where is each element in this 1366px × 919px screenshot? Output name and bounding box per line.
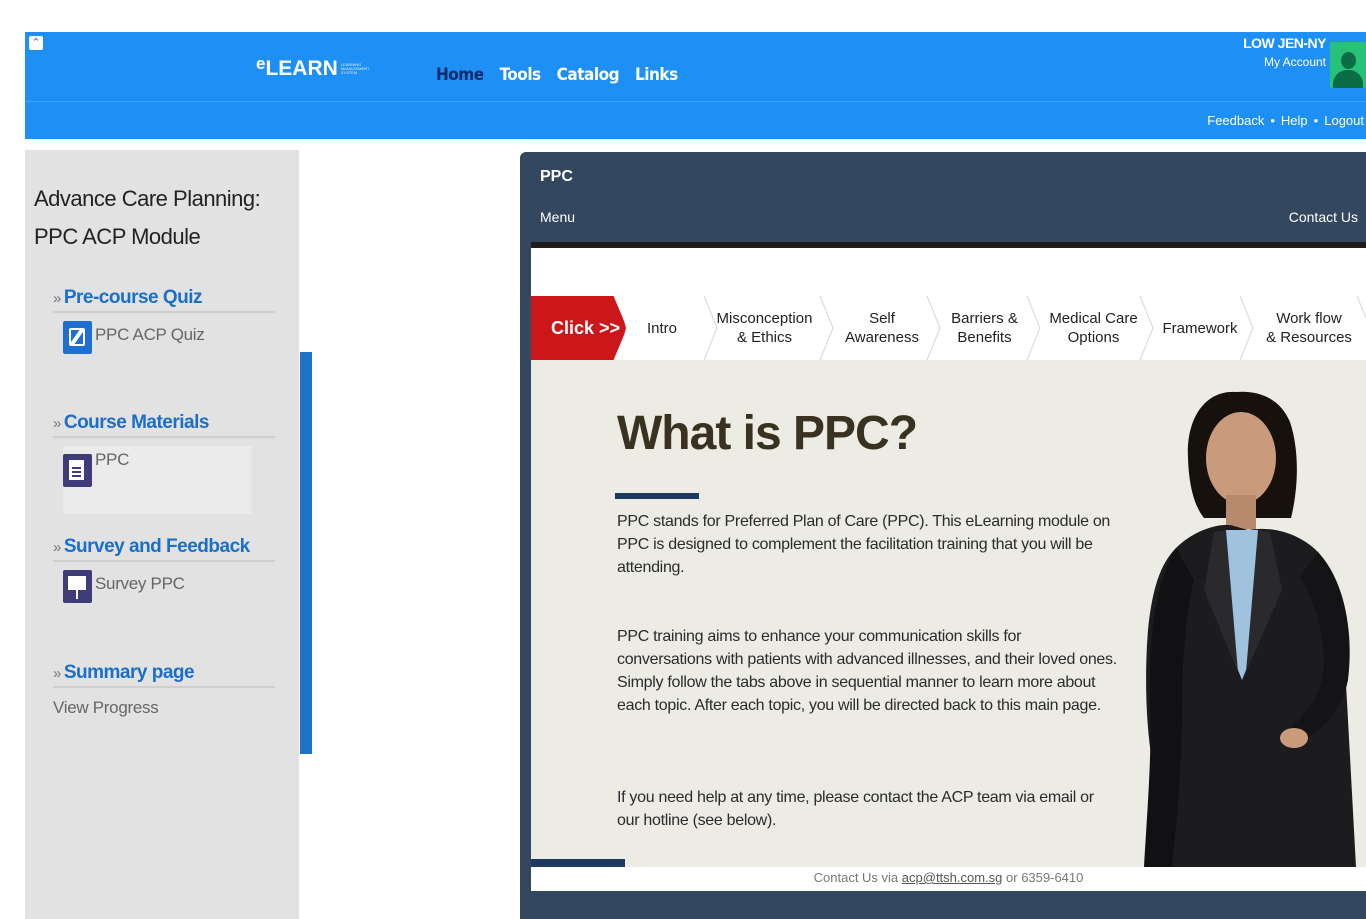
double-chevron-up-icon[interactable]: ⌃ [29, 36, 43, 50]
player-title: PPC [540, 168, 573, 185]
list-item-survey-ppc[interactable]: Survey PPC [63, 570, 275, 603]
view-progress-link[interactable]: View Progress [53, 698, 275, 718]
avatar[interactable] [1330, 42, 1366, 88]
feedback-link[interactable]: Feedback [1207, 113, 1264, 128]
footer-accent-bar [531, 859, 625, 867]
section-header[interactable]: » Summary page [53, 662, 275, 688]
section-survey-feedback: » Survey and Feedback Survey PPC [53, 536, 275, 603]
main-nav: Home Tools Catalog Links [436, 65, 678, 85]
course-sidebar: Advance Care Planning: PPC ACP Module » P… [25, 150, 299, 919]
player-menu-button[interactable]: Menu [540, 209, 575, 225]
avatar-body-icon [1333, 70, 1363, 88]
my-account-link[interactable]: My Account [1243, 55, 1326, 69]
slide-stage: Click >> Intro Misconception & Ethics Sel… [531, 242, 1366, 891]
nav-home[interactable]: Home [436, 65, 484, 85]
survey-board-icon [63, 570, 92, 603]
nav-catalog[interactable]: Catalog [557, 65, 620, 85]
separator-dot: • [1270, 113, 1275, 128]
course-title: Advance Care Planning: PPC ACP Module [34, 186, 261, 249]
user-name[interactable]: LOW JEN-NY [1243, 35, 1326, 51]
section-header[interactable]: » Course Materials [53, 412, 275, 438]
secondary-bar: Feedback • Help • Logout [25, 101, 1366, 139]
heading-underline [615, 493, 699, 499]
section-course-materials: » Course Materials PPC [53, 412, 275, 514]
help-link[interactable]: Help [1281, 113, 1308, 128]
tab-chevron-outlines [703, 296, 1366, 360]
section-summary-page: » Summary page View Progress [53, 662, 275, 718]
contact-footer: Contact Us via acp@ttsh.com.sg or 6359-6… [531, 867, 1366, 891]
sidebar-toggle-strip[interactable] [300, 352, 312, 754]
top-nav-bar: ⌃ eLEARN LEARNING MANAGEMENT SYSTEM Home … [25, 32, 1366, 101]
section-header[interactable]: » Pre-course Quiz [53, 287, 275, 313]
slide-heading: What is PPC? [617, 407, 918, 460]
course-player: PPC Menu Contact Us Click >> Intro Misco… [520, 152, 1366, 919]
slide-content: What is PPC? PPC stands for Preferred Pl… [531, 360, 1366, 867]
presenter-photo [1144, 391, 1356, 867]
nav-links[interactable]: Links [635, 65, 678, 85]
quiz-edit-icon [63, 321, 92, 354]
user-menu: LOW JEN-NY My Account [1243, 35, 1326, 69]
list-item-ppc-acp-quiz[interactable]: PPC ACP Quiz [63, 321, 275, 354]
avatar-head-icon [1341, 52, 1356, 69]
training-paragraph: PPC training aims to enhance your commun… [617, 628, 1117, 714]
separator-dot: • [1313, 113, 1319, 128]
list-item-ppc[interactable]: PPC [63, 446, 251, 514]
topic-tabs: Click >> Intro Misconception & Ethics Sel… [531, 296, 1366, 360]
player-contact-button[interactable]: Contact Us [1289, 209, 1358, 225]
section-header[interactable]: » Survey and Feedback [53, 536, 275, 562]
elearn-logo[interactable]: eLEARN LEARNING MANAGEMENT SYSTEM [256, 54, 371, 81]
nav-tools[interactable]: Tools [500, 65, 542, 85]
utility-links: Feedback • Help • Logout [1207, 113, 1364, 128]
contact-email-link[interactable]: acp@ttsh.com.sg [902, 870, 1003, 885]
logout-link[interactable]: Logout [1324, 113, 1364, 128]
document-icon [63, 454, 92, 487]
help-paragraph: If you need help at any time, please con… [617, 789, 1094, 829]
section-pre-course-quiz: » Pre-course Quiz PPC ACP Quiz [53, 287, 275, 354]
intro-paragraph: PPC stands for Preferred Plan of Care (P… [617, 513, 1111, 576]
